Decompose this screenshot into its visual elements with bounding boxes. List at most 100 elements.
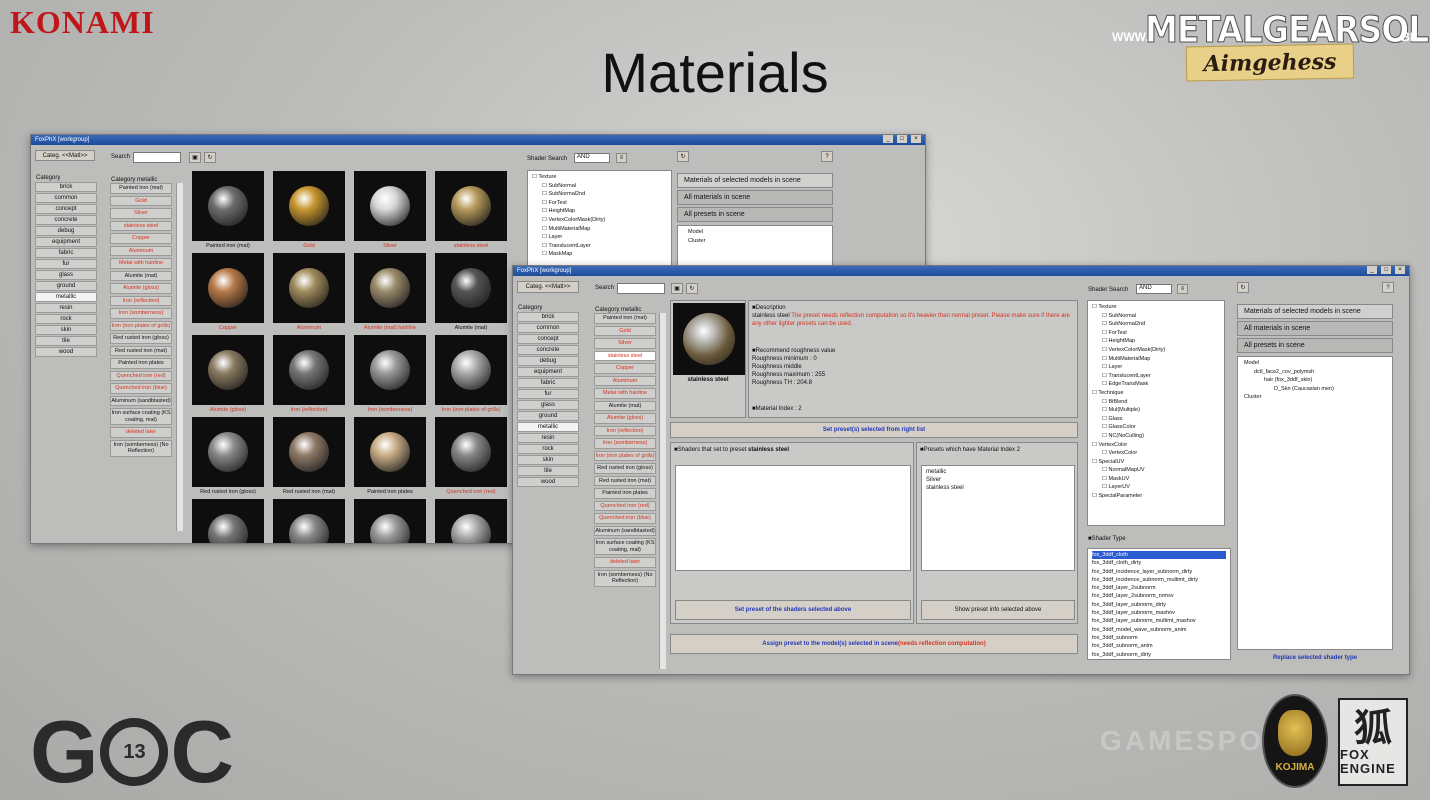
material-thumbnail[interactable] [435, 499, 507, 543]
tree-item[interactable]: ☐ GlassColor [1092, 423, 1220, 432]
shader-type-item[interactable]: fox_3ddf_cloth [1092, 551, 1226, 560]
material-item[interactable]: Painted iron (mat) [594, 313, 656, 324]
category-item-equipment[interactable]: equipment [35, 237, 97, 247]
tree-item[interactable]: ☐ Layer [532, 233, 667, 242]
category-item-brick[interactable]: brick [35, 182, 97, 192]
minimize-icon[interactable]: _ [883, 135, 893, 143]
shader-type-item[interactable]: fox_3ddf_layer_subnorm_mashov [1092, 609, 1226, 617]
material-item[interactable]: Iron (reflection) [110, 295, 172, 306]
tab-selected-materials[interactable]: Materials of selected models in scene [677, 173, 833, 188]
material-item[interactable]: Iron (iron plates of grills) [110, 320, 172, 331]
maximize-icon[interactable]: □ [897, 135, 907, 143]
tree-item[interactable]: ☐ VertexColorMask(Dirty) [1092, 346, 1220, 355]
category-item-ground[interactable]: ground [35, 281, 97, 291]
category-item-rock[interactable]: rock [517, 444, 579, 454]
category-item-resin[interactable]: resin [517, 433, 579, 443]
assign-preset-button[interactable]: Assign preset to the model(s) selected i… [670, 634, 1078, 654]
tree-item[interactable]: ☐ SubNormal2nd [1092, 320, 1220, 329]
tab-all-materials[interactable]: All materials in scene [677, 190, 833, 205]
minimize-icon[interactable]: _ [1367, 266, 1377, 274]
category-item-equipment[interactable]: equipment [517, 367, 579, 377]
preset-list-item[interactable]: metallic [926, 468, 1070, 476]
tree-item[interactable]: ☐ TranslucentLayer [1092, 372, 1220, 381]
category-item-metallic[interactable]: metallic [35, 292, 97, 302]
material-thumbnail[interactable]: Iron (somberness) [354, 335, 426, 415]
tab-selected-materials[interactable]: Materials of selected models in scene [1237, 304, 1393, 319]
show-preset-info-button[interactable]: Show preset info selected above [921, 600, 1075, 620]
material-thumbnail[interactable]: Alumite (mat) hairline [354, 253, 426, 333]
tree-item[interactable]: ☐ SubNormal [1092, 312, 1220, 321]
tree-item[interactable]: dctl_face2_cov_polymsh [1242, 368, 1388, 377]
refresh-right-icon[interactable]: ↻ [1237, 282, 1249, 293]
tree-item[interactable]: ☐ EdgeTransMask [1092, 380, 1220, 389]
replace-shader-type-button[interactable]: Replace selected shader type [1237, 652, 1393, 664]
tree-item[interactable]: ☐ VertexColorMask(Dirty) [532, 216, 667, 225]
tree-item[interactable]: Cluster [682, 237, 828, 246]
category-item-wood[interactable]: wood [35, 347, 97, 357]
material-item[interactable]: Aluminum (sandblasted) [110, 395, 172, 406]
category-item-glass[interactable]: glass [35, 270, 97, 280]
material-item[interactable]: Quenched iron (blue) [594, 513, 656, 524]
tree-item[interactable]: hair (fox_3ddf_skin) [1242, 376, 1388, 385]
tree-item[interactable]: ☐ ForTest [1092, 329, 1220, 338]
material-item[interactable]: Iron (somberness) (No Reflection) [594, 569, 656, 587]
material-thumbnail[interactable]: Aluminum [273, 253, 345, 333]
material-item[interactable]: Iron surface coating (KS coating, mat) [594, 538, 656, 555]
material-thumbnail[interactable]: Painted iron (mat) [192, 171, 264, 251]
set-preset-button[interactable]: Set preset(s) selected from right list [670, 422, 1078, 438]
category-item-wood[interactable]: wood [517, 477, 579, 487]
material-item[interactable]: Silver [594, 338, 656, 349]
tree-item[interactable]: ☐ SubNormal2nd [532, 190, 667, 199]
close-icon[interactable]: × [1395, 266, 1405, 274]
material-item[interactable]: Metal with hairline [594, 388, 656, 399]
material-item[interactable]: Aluminum (sandblasted) [594, 525, 656, 536]
tree-item[interactable]: ☐ NC(NoCulling) [1092, 432, 1220, 441]
filter-icon[interactable]: ≡ [1177, 284, 1188, 294]
shaders-list[interactable] [675, 465, 911, 571]
material-item[interactable]: Gold [594, 325, 656, 336]
shader-type-item[interactable]: fox_3ddf_layer_2subnorm_nrmsv [1092, 592, 1226, 600]
refresh-icon[interactable]: ↻ [204, 152, 216, 163]
category-item-metallic[interactable]: metallic [517, 422, 579, 432]
material-item[interactable]: Iron (somberness) [594, 438, 656, 449]
tree-item[interactable]: ☐ VertexColor [1092, 441, 1220, 450]
category-item-debug[interactable]: debug [35, 226, 97, 236]
material-item[interactable]: Quenched iron (blue) [110, 383, 172, 394]
category-item-concept[interactable]: concept [35, 204, 97, 214]
category-item-skin[interactable]: skin [517, 455, 579, 465]
material-thumbnail[interactable]: Iron (iron plates of grills) [435, 335, 507, 415]
material-item[interactable]: Copper [594, 363, 656, 374]
material-item[interactable]: Gold [110, 195, 172, 206]
category-item-brick[interactable]: brick [517, 312, 579, 322]
material-thumbnail[interactable] [273, 499, 345, 543]
folder-icon[interactable]: ▣ [189, 152, 201, 163]
tree-item[interactable]: ☐ LayerUV [1092, 483, 1220, 492]
tree-item[interactable]: ☐ Texture [532, 173, 667, 182]
tree-item[interactable]: ☐ SubNormal [532, 182, 667, 191]
material-item[interactable]: Alumite (mat) [594, 400, 656, 411]
material-thumbnail[interactable]: Painted iron plates [354, 417, 426, 497]
tree-item[interactable]: ☐ MaskMap [532, 250, 667, 259]
shader-type-item[interactable]: fox_3ddf_incidence_subnorm_multimt_dirty [1092, 576, 1226, 584]
tree-item[interactable]: ☐ HeightMap [532, 207, 667, 216]
search-input[interactable] [617, 283, 665, 294]
refresh-icon[interactable]: ↻ [686, 283, 698, 294]
shader-type-item[interactable]: fox_3ddf_incidence_layer_subnorm_dirty [1092, 568, 1226, 576]
category-item-glass[interactable]: glass [517, 400, 579, 410]
preset-list-item[interactable]: stainless steel [926, 484, 1070, 492]
category-item-concept[interactable]: concept [517, 334, 579, 344]
tree-item[interactable]: ☐ MaskUV [1092, 475, 1220, 484]
material-thumbnail[interactable]: Alumite (gloss) [192, 335, 264, 415]
shader-type-item[interactable]: fox_3ddf_subnorm_anim [1092, 642, 1226, 650]
tree-item[interactable]: ☐ Layer [1092, 363, 1220, 372]
category-toggle-button[interactable]: Categ. <<Matl>> [517, 281, 579, 293]
category-item-tile[interactable]: tile [517, 466, 579, 476]
category-item-fur[interactable]: fur [517, 389, 579, 399]
category-item-fabric[interactable]: fabric [517, 378, 579, 388]
material-item[interactable]: Alumite (gloss) [594, 413, 656, 424]
material-thumbnail[interactable]: Silver [354, 171, 426, 251]
shader-type-item[interactable]: fox_3ddf_layer_subnorm_dirty [1092, 601, 1226, 609]
tab-all-materials[interactable]: All materials in scene [1237, 321, 1393, 336]
maximize-icon[interactable]: □ [1381, 266, 1391, 274]
help-icon[interactable]: ? [821, 151, 833, 162]
